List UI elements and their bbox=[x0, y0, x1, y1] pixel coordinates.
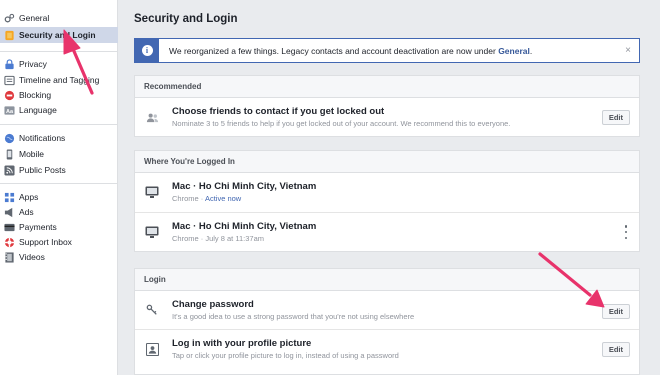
sidebar-item-ads[interactable]: Ads bbox=[0, 204, 118, 220]
sidebar-item-language[interactable]: Aa Language bbox=[0, 102, 118, 118]
sidebar-item-videos[interactable]: Videos bbox=[0, 249, 118, 265]
gear-icon bbox=[4, 13, 15, 24]
row-description: Nominate 3 to 5 friends to help if you g… bbox=[172, 119, 511, 128]
sidebar-item-apps[interactable]: Apps bbox=[0, 189, 118, 205]
lock-icon bbox=[4, 58, 15, 70]
globe-icon bbox=[4, 133, 15, 144]
sidebar-item-blocking[interactable]: Blocking bbox=[0, 87, 118, 103]
desktop-icon bbox=[145, 225, 159, 239]
credit-card-icon bbox=[4, 222, 15, 233]
recommended-header: Recommended bbox=[135, 76, 639, 98]
more-options-icon[interactable] bbox=[624, 225, 628, 239]
friends-icon bbox=[145, 110, 159, 124]
change-password-row: Change password It's a good idea to use … bbox=[135, 291, 639, 330]
language-icon: Aa bbox=[4, 105, 15, 116]
ads-icon bbox=[4, 207, 15, 218]
edit-trusted-contacts-button[interactable]: Edit bbox=[601, 110, 630, 125]
row-title: Log in with your profile picture bbox=[172, 338, 312, 349]
notice-message: We reorganized a few things. Legacy cont… bbox=[169, 46, 532, 56]
session-row: Mac · Ho Chi Minh City, Vietnam Chrome ·… bbox=[135, 173, 639, 213]
sidebar-item-label: Privacy bbox=[19, 59, 47, 69]
desktop-icon bbox=[145, 185, 159, 199]
row-title: Choose friends to contact if you get loc… bbox=[172, 106, 385, 117]
edit-profile-picture-login-button[interactable]: Edit bbox=[601, 342, 630, 357]
sidebar-item-mobile[interactable]: Mobile bbox=[0, 146, 118, 162]
session-device: Mac · Ho Chi Minh City, Vietnam bbox=[172, 181, 317, 192]
sidebar-item-label: Mobile bbox=[19, 149, 45, 159]
notice-period: . bbox=[529, 45, 533, 56]
sidebar-divider bbox=[0, 124, 118, 125]
sidebar-item-label: Payments bbox=[19, 222, 57, 232]
sidebar-item-payments[interactable]: Payments bbox=[0, 219, 118, 235]
mobile-icon bbox=[4, 148, 15, 160]
sidebar-item-timeline-and-tagging[interactable]: Timeline and Tagging bbox=[0, 72, 118, 88]
session-details: Chrome · July 8 at 11:37am bbox=[172, 234, 264, 243]
sidebar-item-label: Notifications bbox=[19, 133, 66, 143]
info-notice: i We reorganized a few things. Legacy co… bbox=[134, 38, 640, 63]
sidebar-divider bbox=[0, 51, 118, 52]
row-description: Tap or click your profile picture to log… bbox=[172, 351, 399, 360]
settings-main: Security and Login i We reorganized a fe… bbox=[120, 0, 660, 375]
key-icon bbox=[145, 303, 159, 317]
row-title: Change password bbox=[172, 299, 254, 310]
profile-picture-login-row: Log in with your profile picture Tap or … bbox=[135, 330, 639, 370]
sidebar-divider bbox=[0, 183, 118, 184]
general-settings-link[interactable]: General bbox=[498, 46, 530, 56]
session-active-status: Active now bbox=[204, 194, 242, 203]
sidebar-item-label: Apps bbox=[19, 192, 39, 202]
sidebar-item-label: Language bbox=[19, 105, 57, 115]
session-details: Chrome · Active now bbox=[172, 194, 241, 203]
sidebar-item-label: Public Posts bbox=[19, 165, 66, 175]
notice-text: We reorganized a few things. Legacy cont… bbox=[169, 45, 499, 56]
sidebar-item-public-posts[interactable]: Public Posts bbox=[0, 162, 118, 178]
sidebar-item-notifications[interactable]: Notifications bbox=[0, 130, 118, 146]
apps-icon bbox=[4, 192, 15, 203]
login-card: Login Change password It's a good idea t… bbox=[134, 268, 640, 375]
shield-icon bbox=[4, 30, 15, 41]
lifebuoy-icon bbox=[4, 237, 15, 248]
session-row: Mac · Ho Chi Minh City, Vietnam Chrome ·… bbox=[135, 213, 639, 252]
sidebar-item-label: Support Inbox bbox=[19, 237, 72, 247]
login-header: Login bbox=[135, 269, 639, 291]
sidebar-item-label: Timeline and Tagging bbox=[19, 75, 100, 85]
sidebar-item-security-and-login[interactable]: Security and Login bbox=[0, 27, 118, 43]
sidebar-item-general[interactable]: General bbox=[0, 10, 118, 26]
sidebar-item-privacy[interactable]: Privacy bbox=[0, 56, 118, 72]
film-icon bbox=[4, 251, 15, 263]
recommended-card: Recommended Choose friends to contact if… bbox=[134, 75, 640, 137]
close-icon[interactable]: × bbox=[625, 45, 631, 56]
sidebar-item-label: Blocking bbox=[19, 90, 52, 100]
timeline-icon bbox=[4, 75, 15, 86]
sidebar-item-label: Ads bbox=[19, 207, 34, 217]
settings-sidebar: General Security and Login Privacy Timel… bbox=[0, 0, 118, 375]
session-browser: Chrome · bbox=[172, 194, 205, 203]
page-title: Security and Login bbox=[134, 13, 238, 25]
rss-icon bbox=[4, 164, 15, 176]
sidebar-item-label: Videos bbox=[19, 252, 45, 262]
sidebar-item-label: General bbox=[19, 13, 50, 23]
sidebar-item-support-inbox[interactable]: Support Inbox bbox=[0, 234, 118, 250]
session-device: Mac · Ho Chi Minh City, Vietnam bbox=[172, 221, 317, 232]
info-icon: i bbox=[135, 39, 159, 62]
row-description: It's a good idea to use a strong passwor… bbox=[172, 312, 415, 321]
logged-in-card: Where You're Logged In Mac · Ho Chi Minh… bbox=[134, 150, 640, 252]
logged-in-header: Where You're Logged In bbox=[135, 151, 639, 173]
edit-password-button[interactable]: Edit bbox=[601, 304, 630, 319]
trusted-contacts-row: Choose friends to contact if you get loc… bbox=[135, 98, 639, 136]
profile-picture-icon bbox=[145, 342, 159, 356]
blocking-icon bbox=[4, 90, 15, 101]
sidebar-item-label: Security and Login bbox=[19, 30, 96, 40]
svg-text:Aa: Aa bbox=[6, 108, 14, 114]
